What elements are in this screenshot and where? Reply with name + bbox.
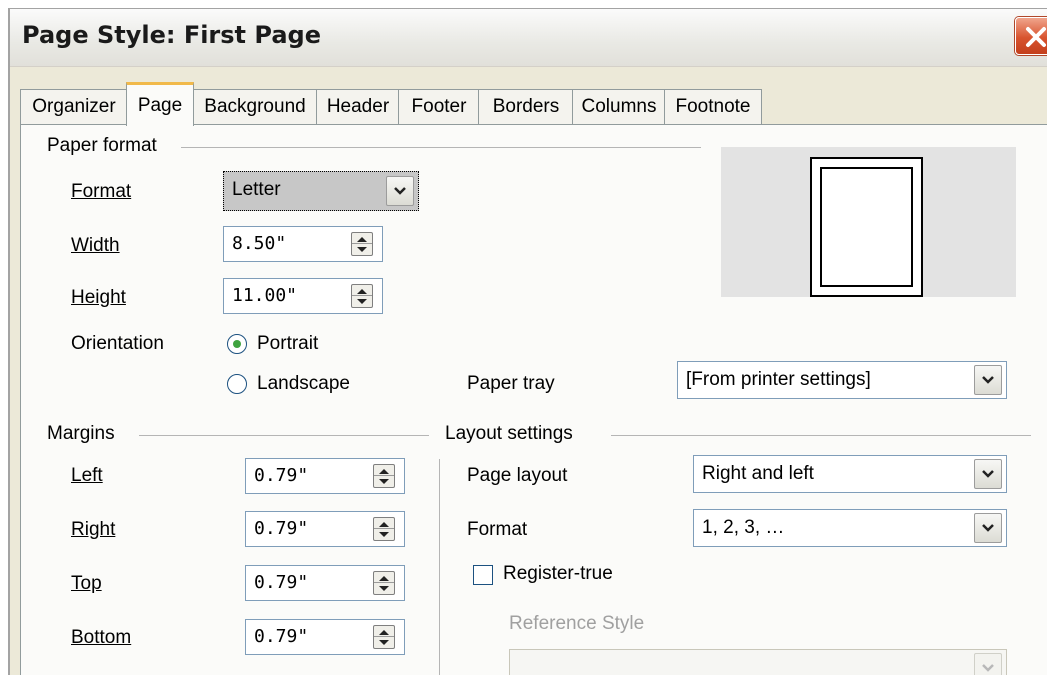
width-spin-up[interactable] <box>352 233 372 244</box>
width-label: Width <box>71 235 120 256</box>
format-select[interactable]: Letter <box>223 171 419 211</box>
page-style-dialog: Page Style: First Page Organizer Page Ba… <box>8 8 1047 675</box>
arrow-down-icon <box>379 532 389 537</box>
bottom-spin-up[interactable] <box>374 626 394 637</box>
left-margin-value: 0.79" <box>254 465 309 486</box>
height-spin-down[interactable] <box>352 296 372 307</box>
right-spin-up[interactable] <box>374 518 394 529</box>
height-value: 11.00" <box>232 285 298 306</box>
portrait-label: Portrait <box>257 333 319 354</box>
format-label: Format <box>71 181 132 202</box>
arrow-up-icon <box>379 522 389 527</box>
arrow-up-icon <box>357 289 367 294</box>
top-spin-up[interactable] <box>374 572 394 583</box>
left-spin-up[interactable] <box>374 465 394 476</box>
top-margin-value: 0.79" <box>254 572 309 593</box>
paper-tray-select[interactable]: [From printer settings] <box>677 361 1007 399</box>
paper-tray-label: Paper tray <box>467 373 555 394</box>
numbering-format-label: Format <box>467 519 528 540</box>
landscape-radio[interactable] <box>227 374 247 394</box>
arrow-down-icon <box>379 479 389 484</box>
page-preview <box>721 147 1016 297</box>
right-spin-down[interactable] <box>374 529 394 540</box>
tab-columns[interactable]: Columns <box>572 89 666 125</box>
reference-style-dropdown-button[interactable] <box>974 653 1002 675</box>
numbering-format-select[interactable]: 1, 2, 3, … <box>693 509 1007 547</box>
bottom-margin-label: Bottom <box>71 627 132 648</box>
arrow-up-icon <box>379 469 389 474</box>
top-spin-down[interactable] <box>374 583 394 594</box>
dialog-title: Page Style: First Page <box>22 21 321 49</box>
arrow-up-icon <box>379 630 389 635</box>
chevron-down-icon <box>982 376 994 384</box>
bottom-margin-value: 0.79" <box>254 626 309 647</box>
tab-footer[interactable]: Footer <box>398 89 480 125</box>
page-layout-dropdown-button[interactable] <box>974 459 1002 489</box>
page-layout-value: Right and left <box>702 463 814 484</box>
right-margin-label: Right <box>71 519 116 540</box>
register-true-checkbox[interactable] <box>473 565 493 585</box>
paper-format-divider <box>181 147 701 148</box>
page-layout-label: Page layout <box>467 465 568 486</box>
preview-page-margins <box>820 167 913 287</box>
right-margin-spinner[interactable] <box>373 517 395 541</box>
chevron-down-icon <box>982 664 994 672</box>
numbering-format-dropdown-button[interactable] <box>974 513 1002 543</box>
margins-divider <box>139 435 429 436</box>
top-margin-spinner[interactable] <box>373 571 395 595</box>
layout-settings-heading: Layout settings <box>445 423 573 444</box>
tab-organizer[interactable]: Organizer <box>20 89 128 125</box>
reference-style-select[interactable] <box>509 649 1007 675</box>
preview-page-outer <box>810 157 923 297</box>
height-spinner[interactable] <box>351 284 373 308</box>
margins-heading: Margins <box>47 423 115 444</box>
arrow-up-icon <box>379 576 389 581</box>
arrow-down-icon <box>357 299 367 304</box>
portrait-radio[interactable] <box>227 334 247 354</box>
title-bar[interactable]: Page Style: First Page <box>10 9 1047 67</box>
arrow-down-icon <box>379 586 389 591</box>
height-spin-up[interactable] <box>352 285 372 296</box>
numbering-format-value: 1, 2, 3, … <box>702 517 785 538</box>
layout-settings-divider <box>611 435 1031 436</box>
tab-page[interactable]: Page <box>126 82 194 126</box>
width-value: 8.50" <box>232 233 287 254</box>
format-select-value: Letter <box>232 179 281 200</box>
tab-background[interactable]: Background <box>192 89 318 125</box>
width-spin-down[interactable] <box>352 244 372 255</box>
tab-header[interactable]: Header <box>316 89 400 125</box>
bottom-spin-down[interactable] <box>374 637 394 648</box>
left-margin-label: Left <box>71 465 103 486</box>
register-true-label: Register-true <box>503 563 613 584</box>
bottom-margin-spinner[interactable] <box>373 625 395 649</box>
height-label: Height <box>71 287 126 308</box>
tab-borders[interactable]: Borders <box>478 89 574 125</box>
page-tab-panel: Paper format Format Letter Width 8.50" H… <box>20 124 1047 675</box>
chevron-down-icon <box>982 470 994 478</box>
orientation-label: Orientation <box>71 333 164 354</box>
left-margin-spinner[interactable] <box>373 464 395 488</box>
top-margin-label: Top <box>71 573 102 594</box>
tab-footnote[interactable]: Footnote <box>664 89 762 125</box>
column-separator <box>439 459 440 675</box>
close-button[interactable] <box>1015 17 1047 55</box>
paper-format-heading: Paper format <box>47 135 157 156</box>
close-icon <box>1026 27 1046 47</box>
landscape-label: Landscape <box>257 373 350 394</box>
page-layout-select[interactable]: Right and left <box>693 455 1007 493</box>
paper-tray-dropdown-button[interactable] <box>974 365 1002 395</box>
left-spin-down[interactable] <box>374 476 394 487</box>
chevron-down-icon <box>982 524 994 532</box>
chevron-down-icon <box>394 187 406 195</box>
width-spinner[interactable] <box>351 232 373 256</box>
reference-style-label: Reference Style <box>509 613 645 634</box>
paper-tray-value: [From printer settings] <box>686 369 871 390</box>
right-margin-value: 0.79" <box>254 518 309 539</box>
arrow-down-icon <box>379 640 389 645</box>
format-dropdown-button[interactable] <box>386 176 414 206</box>
radio-selected-dot <box>233 340 241 348</box>
arrow-up-icon <box>357 237 367 242</box>
arrow-down-icon <box>357 247 367 252</box>
